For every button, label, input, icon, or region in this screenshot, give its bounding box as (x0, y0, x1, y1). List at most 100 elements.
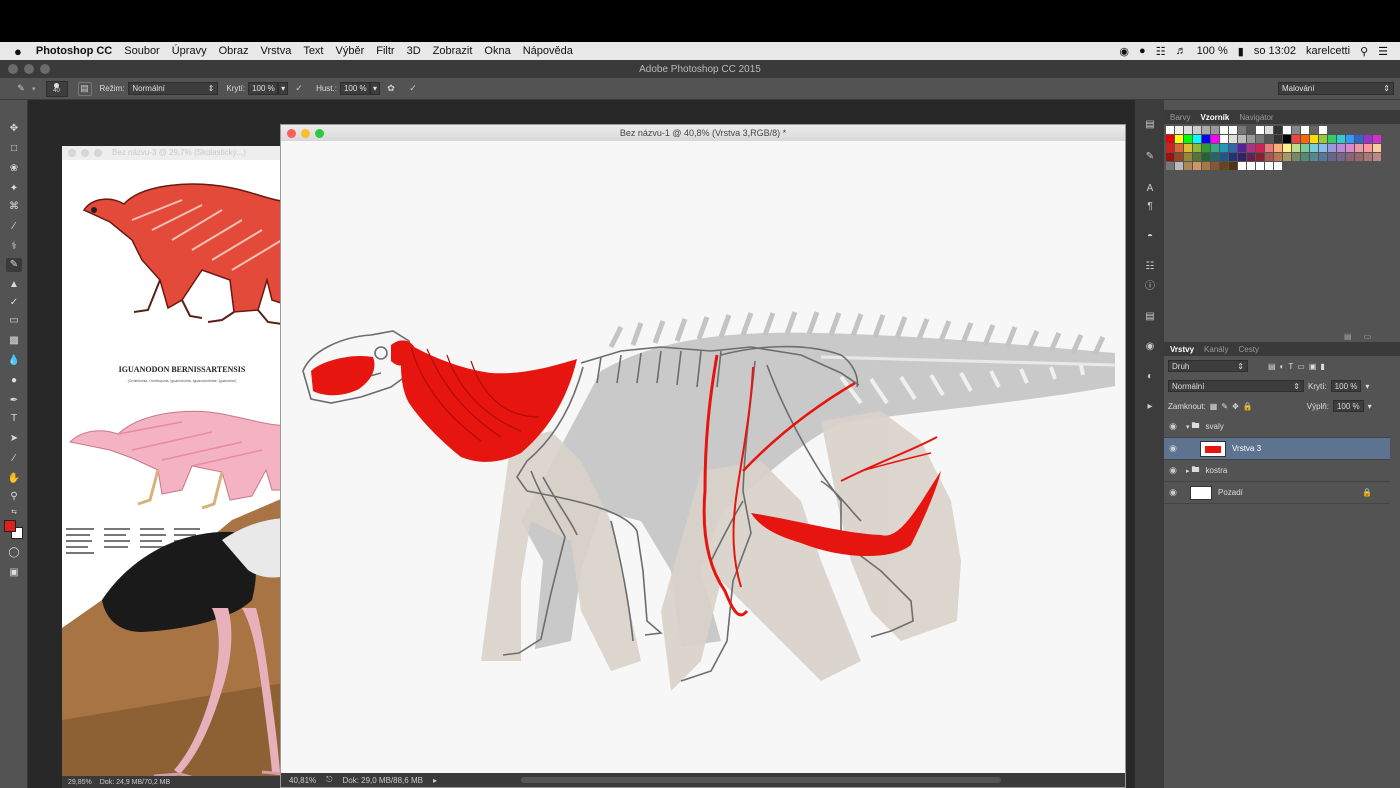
apple-menu-icon[interactable]: ● (14, 45, 22, 58)
flow-slider-arrow-icon[interactable]: ▾ (369, 82, 380, 95)
eye-icon[interactable]: ◉ (1164, 443, 1182, 454)
filter-adjustment-icon[interactable]: ◐ (1280, 362, 1285, 371)
layer-opacity-input[interactable]: 100 % (1330, 380, 1362, 392)
lock-all-icon[interactable]: 🔒 (1243, 402, 1253, 411)
color-panel-icon[interactable]: ◉ (1143, 340, 1157, 354)
fill-input[interactable]: 100 % (1332, 400, 1364, 412)
battery-icon[interactable]: ▮ (1238, 45, 1244, 58)
line-tool-icon[interactable]: ∕ (6, 452, 22, 466)
doc-front-info[interactable]: Dok: 29,0 MB/88,6 MB (342, 776, 422, 785)
doc-front-minimize-button[interactable] (301, 129, 310, 138)
filter-smart-object-icon[interactable]: ▣ (1309, 362, 1317, 371)
fill-arrow-icon[interactable]: ▾ (1368, 402, 1372, 411)
filter-pixel-icon[interactable]: ▤ (1268, 362, 1276, 371)
wifi-icon[interactable]: ☷ (1156, 45, 1166, 58)
volume-icon[interactable]: ♬ (1176, 45, 1187, 57)
dinosaur-canvas[interactable] (281, 141, 1115, 775)
menu-item-text[interactable]: Text (303, 45, 323, 57)
close-button[interactable] (8, 64, 18, 74)
menu-item-napoveda[interactable]: Nápověda (523, 45, 573, 57)
document-front-titlebar[interactable]: Bez názvu-1 @ 40,8% (Vrstva 3,RGB/8) * (281, 125, 1125, 141)
doc-back-zoom-button[interactable] (94, 149, 102, 157)
tab-barvy[interactable]: Barvy (1170, 113, 1190, 122)
tab-vrstvy[interactable]: Vrstvy (1170, 345, 1194, 354)
blur-tool-icon[interactable]: 💧 (6, 354, 22, 368)
filter-toggle-icon[interactable]: ▮ (1320, 362, 1324, 371)
magic-wand-tool-icon[interactable]: ✦ (6, 182, 22, 196)
doc-back-minimize-button[interactable] (81, 149, 89, 157)
crop-tool-icon[interactable]: ⌘ (6, 200, 22, 214)
layer-row-kostra[interactable]: ◉ ▸ 🖿 kostra (1164, 460, 1390, 482)
swap-colors-icon[interactable]: ⇆ (6, 506, 22, 520)
opacity-slider-arrow-icon[interactable]: ▾ (278, 82, 289, 95)
menu-item-3d[interactable]: 3D (407, 45, 421, 57)
workspace-select[interactable]: Malování ⇕ (1278, 82, 1394, 95)
horizontal-scrollbar[interactable] (521, 777, 1001, 783)
libraries-panel-icon[interactable]: ▤ (1143, 310, 1157, 324)
layer-row-vrstva-3[interactable]: ◉ Vrstva 3 (1164, 438, 1390, 460)
brush-size-picker[interactable]: 40 (45, 80, 68, 97)
status-menu-arrow-icon[interactable]: ▸ (433, 776, 437, 785)
lock-position-icon[interactable]: ✥ (1232, 402, 1239, 411)
clone-stamp-tool-icon[interactable]: ▲ (6, 278, 22, 292)
path-selection-tool-icon[interactable]: ➤ (6, 432, 22, 446)
adjustments-panel-icon[interactable]: ◓ (1143, 230, 1157, 244)
notification-list-icon[interactable]: ☰ (1378, 45, 1388, 58)
blend-mode-select[interactable]: Normální ⇕ (1168, 380, 1304, 392)
flow-input[interactable]: 100 % (339, 82, 370, 95)
mode-select[interactable]: Normální ⇕ (128, 82, 219, 95)
lock-pixels-icon[interactable]: ✎ (1221, 402, 1228, 411)
type-tool-icon[interactable]: T (6, 412, 22, 426)
menubar-clock[interactable]: so 13:02 (1254, 45, 1296, 57)
marquee-tool-icon[interactable]: □ (6, 142, 22, 156)
eye-icon[interactable]: ◉ (1164, 465, 1182, 476)
tab-cesty[interactable]: Cesty (1239, 345, 1259, 354)
opacity-input[interactable]: 100 % (248, 82, 279, 95)
group-collapsed-chevron-icon[interactable]: ▸ (1186, 467, 1190, 475)
menu-item-vrstva[interactable]: Vrstva (261, 45, 292, 57)
screen-mode-icon[interactable]: ▣ (6, 566, 22, 580)
eyedropper-tool-icon[interactable]: ⁄ (6, 220, 22, 234)
pen-tool-icon[interactable]: ✒ (6, 394, 22, 408)
properties-panel-icon[interactable]: ☷ (1143, 260, 1157, 274)
styles-panel-icon[interactable]: ◐ (1143, 370, 1157, 384)
quick-mask-icon[interactable]: ◯ (6, 546, 22, 560)
document-window-front[interactable]: Bez názvu-1 @ 40,8% (Vrstva 3,RGB/8) * 4… (280, 124, 1126, 788)
filter-type-icon[interactable]: T (1288, 362, 1293, 371)
brush-tool-preset-icon[interactable]: ✎ (14, 82, 28, 96)
menu-item-obraz[interactable]: Obraz (219, 45, 249, 57)
spotlight-search-icon[interactable]: ⚲ (1360, 45, 1368, 58)
layer-row-svaly[interactable]: ◉ ▾ 🖿 svaly (1164, 416, 1390, 438)
doc-back-close-button[interactable] (68, 149, 76, 157)
hand-tool-icon[interactable]: ✋ (6, 472, 22, 486)
new-swatch-icon[interactable]: ▤ (1344, 332, 1352, 341)
info-panel-icon[interactable]: ⓘ (1143, 280, 1157, 294)
tab-kanaly[interactable]: Kanály (1204, 345, 1228, 354)
document-window-back[interactable]: Bez názvu-3 @ 29,7% (Skolastický...) IGU… (62, 146, 302, 788)
history-brush-tool-icon[interactable]: ✓ (6, 296, 22, 310)
doc-back-zoom[interactable]: 29,85% (68, 779, 92, 786)
eraser-tool-icon[interactable]: ▭ (6, 314, 22, 328)
airbrush-icon[interactable]: ✿ (384, 82, 398, 96)
zoom-button[interactable] (40, 64, 50, 74)
document-back-titlebar[interactable]: Bez názvu-3 @ 29,7% (Skolastický...) (62, 146, 302, 160)
lock-transparent-icon[interactable]: ▦ (1210, 402, 1218, 411)
opacity-arrow-icon[interactable]: ▾ (1365, 382, 1369, 391)
lock-icon[interactable]: 🔒 (1362, 488, 1372, 497)
delete-swatch-icon[interactable]: ▭ (1364, 332, 1372, 341)
eye-icon[interactable]: ◉ (1164, 487, 1182, 498)
healing-brush-tool-icon[interactable]: ⚕ (6, 240, 22, 254)
menubar-user[interactable]: karelcetti (1306, 45, 1350, 57)
brush-presets-icon[interactable]: ✎ (1143, 150, 1157, 164)
layer-filter-select[interactable]: Druh ⇕ (1168, 360, 1248, 372)
menu-item-filtr[interactable]: Filtr (376, 45, 394, 57)
preset-arrow-icon[interactable]: ▾ (32, 85, 36, 93)
swatch-grid[interactable] (1166, 126, 1386, 171)
menu-item-okna[interactable]: Okna (484, 45, 510, 57)
group-expanded-chevron-icon[interactable]: ▾ (1186, 423, 1190, 431)
doc-front-close-button[interactable] (287, 129, 296, 138)
menu-item-vyber[interactable]: Výběr (336, 45, 365, 57)
menu-item-zobrazit[interactable]: Zobrazit (433, 45, 473, 57)
menu-app-name[interactable]: Photoshop CC (36, 45, 112, 57)
minimize-button[interactable] (24, 64, 34, 74)
